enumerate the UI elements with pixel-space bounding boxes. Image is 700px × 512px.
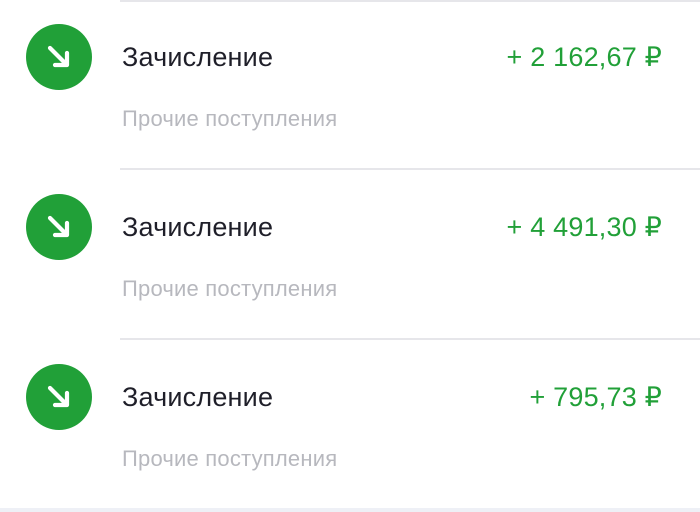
transaction-category: Прочие поступления bbox=[122, 276, 338, 301]
transaction-title: Зачисление bbox=[122, 42, 274, 72]
arrow-down-right-icon bbox=[26, 24, 92, 90]
arrow-down-right-icon bbox=[26, 364, 92, 430]
transaction-category: Прочие поступления bbox=[122, 106, 338, 131]
transaction-amount: + 2 162,67 ₽ bbox=[506, 42, 662, 72]
transaction-amount: + 4 491,30 ₽ bbox=[506, 212, 662, 242]
transaction-row[interactable]: Зачисление + 2 162,67 ₽ Прочие поступлен… bbox=[0, 0, 700, 170]
transaction-amount: + 795,73 ₽ bbox=[529, 382, 662, 412]
transaction-title: Зачисление bbox=[122, 382, 274, 412]
transaction-category: Прочие поступления bbox=[122, 446, 338, 471]
transaction-title: Зачисление bbox=[122, 212, 274, 242]
transaction-row[interactable]: Зачисление + 795,73 ₽ Прочие поступления bbox=[0, 340, 700, 510]
section-separator bbox=[0, 508, 700, 512]
transactions-list: Зачисление + 2 162,67 ₽ Прочие поступлен… bbox=[0, 0, 700, 512]
transaction-row[interactable]: Зачисление + 4 491,30 ₽ Прочие поступлен… bbox=[0, 170, 700, 340]
arrow-down-right-icon bbox=[26, 194, 92, 260]
